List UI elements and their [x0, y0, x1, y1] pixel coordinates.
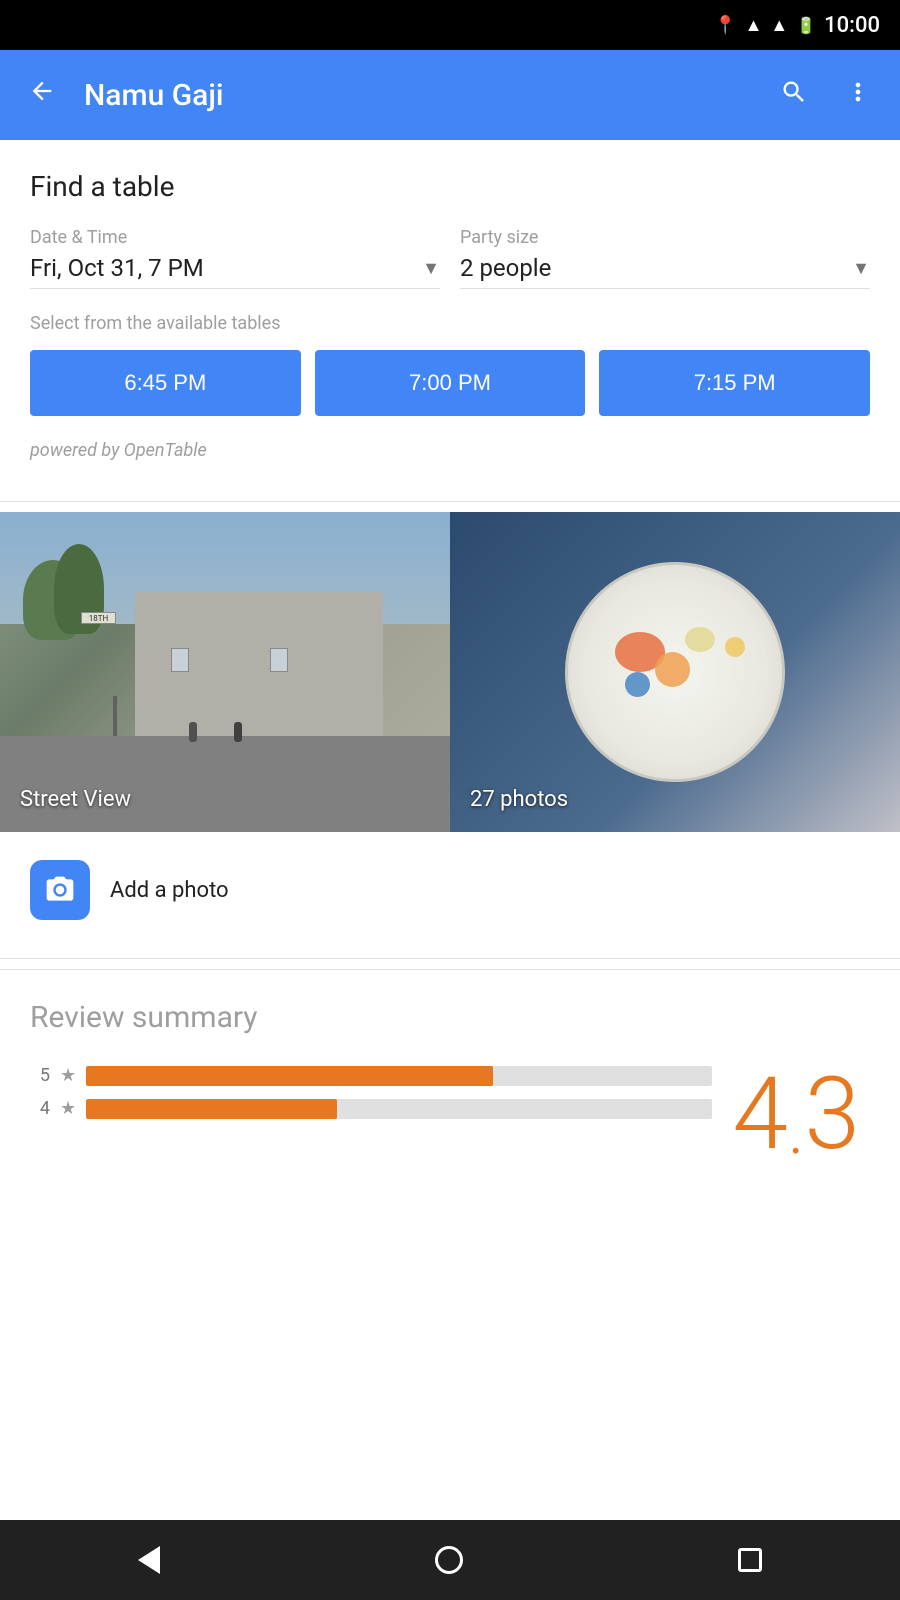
home-nav-icon [435, 1546, 463, 1574]
page-title: Namu Gaji [84, 78, 752, 113]
food-items [595, 622, 755, 722]
food-photos-cell[interactable]: 27 photos [450, 512, 900, 832]
datetime-value-button[interactable]: Fri, Oct 31, 7 PM ▼ [30, 254, 440, 289]
food-item-berry [625, 672, 650, 697]
time-slot-715[interactable]: 7:15 PM [599, 350, 870, 416]
big-rating: 4 . 3 [732, 1065, 870, 1165]
status-icons: 📍 ▲ ▲ 🔋 10:00 [714, 13, 880, 38]
available-tables-label: Select from the available tables [30, 313, 870, 334]
add-photo-label: Add a photo [110, 878, 229, 903]
back-nav-icon [138, 1546, 160, 1574]
rating-bars: 5 ★ 4 ★ [30, 1065, 712, 1131]
bottom-navigation [0, 1520, 900, 1600]
photos-count-label: 27 photos [470, 787, 568, 812]
party-size-arrow-icon: ▼ [852, 258, 870, 279]
rating-integer: 4 [732, 1065, 787, 1165]
time-slot-700[interactable]: 7:00 PM [315, 350, 586, 416]
section-divider-2 [0, 958, 900, 959]
wifi-icon: ▲ [745, 15, 763, 36]
party-size-selector: Party size 2 people ▼ [460, 227, 870, 289]
party-size-text: 2 people [460, 254, 551, 282]
food-item-cracker [685, 627, 715, 652]
main-content: Find a table Date & Time Fri, Oct 31, 7 … [0, 140, 900, 1185]
review-summary-title: Review summary [30, 1000, 870, 1035]
bar-track-5 [86, 1066, 712, 1086]
street-view-cell[interactable]: 18TH Street View [0, 512, 450, 832]
bar-label-4: 4 [30, 1098, 50, 1119]
nav-recents-button[interactable] [708, 1538, 792, 1582]
star-icon-5: ★ [60, 1065, 76, 1086]
section-divider-1 [0, 501, 900, 502]
bar-track-4 [86, 1099, 712, 1119]
food-item-garnish [655, 652, 690, 687]
location-icon: 📍 [714, 15, 736, 36]
street-view-image: 18TH [0, 512, 450, 832]
nav-home-button[interactable] [405, 1536, 493, 1584]
bar-label-5: 5 [30, 1065, 50, 1086]
signal-icon: ▲ [770, 15, 788, 36]
camera-icon [44, 874, 76, 906]
food-plate [565, 562, 785, 782]
camera-icon-circle [30, 860, 90, 920]
bar-fill-4 [86, 1099, 336, 1119]
bar-row-4: 4 ★ [30, 1098, 712, 1119]
rating-content: 5 ★ 4 ★ 4 . 3 [30, 1065, 870, 1165]
find-table-title: Find a table [30, 170, 870, 203]
datetime-label: Date & Time [30, 227, 440, 248]
time-slots-container: 6:45 PM 7:00 PM 7:15 PM [30, 350, 870, 416]
rating-dot: . [788, 1095, 805, 1165]
battery-icon: 🔋 [796, 16, 816, 35]
add-photo-row[interactable]: Add a photo [0, 832, 900, 948]
status-time: 10:00 [824, 13, 880, 38]
status-bar: 📍 ▲ ▲ 🔋 10:00 [0, 0, 900, 50]
search-button[interactable] [772, 70, 816, 121]
find-table-section: Find a table Date & Time Fri, Oct 31, 7 … [0, 140, 900, 491]
more-options-button[interactable] [836, 70, 880, 121]
back-button[interactable] [20, 69, 64, 121]
rating-fraction: 3 [805, 1065, 860, 1165]
app-bar: Namu Gaji [0, 50, 900, 140]
recents-nav-icon [738, 1548, 762, 1572]
party-size-value-button[interactable]: 2 people ▼ [460, 254, 870, 289]
nav-back-button[interactable] [108, 1536, 190, 1584]
review-summary-section: Review summary 5 ★ 4 ★ [0, 969, 900, 1185]
bar-fill-5 [86, 1066, 493, 1086]
powered-by-label: powered by OpenTable [30, 440, 870, 461]
bar-row-5: 5 ★ [30, 1065, 712, 1086]
food-photo-image [450, 512, 900, 832]
datetime-text: Fri, Oct 31, 7 PM [30, 254, 204, 282]
selectors-row: Date & Time Fri, Oct 31, 7 PM ▼ Party si… [30, 227, 870, 289]
street-view-label: Street View [20, 787, 131, 812]
party-size-label: Party size [460, 227, 870, 248]
datetime-arrow-icon: ▼ [422, 258, 440, 279]
datetime-selector: Date & Time Fri, Oct 31, 7 PM ▼ [30, 227, 440, 289]
photos-row: 18TH Street View 27 photos [0, 512, 900, 832]
star-icon-4: ★ [60, 1098, 76, 1119]
time-slot-645[interactable]: 6:45 PM [30, 350, 301, 416]
